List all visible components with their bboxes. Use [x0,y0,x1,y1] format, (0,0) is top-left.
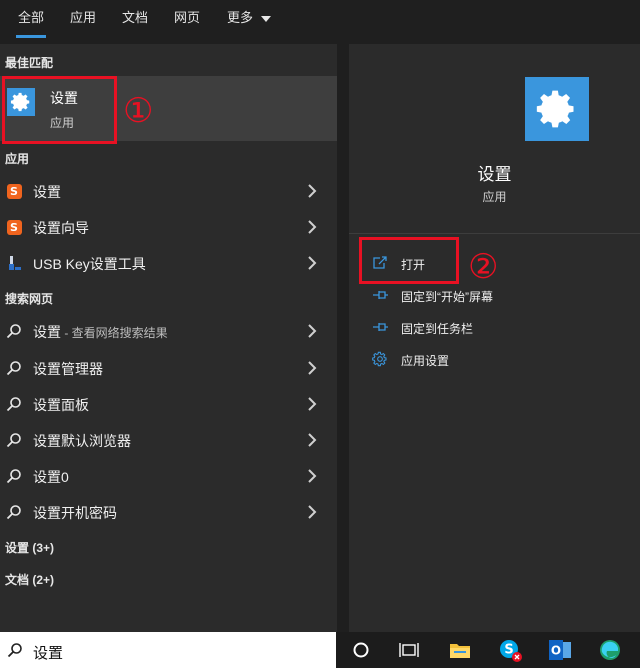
list-item[interactable]: S 设置向导 [0,209,337,245]
list-item[interactable]: 设置 - 查看网络搜索结果 [0,313,337,349]
caret-down-icon [260,15,271,22]
sogou-icon: S [6,183,22,199]
search-icon [6,324,21,339]
action-label: 固定到“开始”屏幕 [401,290,493,304]
search-icon [6,469,21,484]
annotation-number-2: ② [468,248,499,286]
skype-icon[interactable]: S [490,632,530,668]
cortana-icon[interactable] [341,632,381,668]
tab-all[interactable]: 全部 [15,0,47,44]
panel-gap [337,44,349,632]
detail-title: 设置 [477,165,512,184]
pin-icon [373,291,388,299]
list-item-label: 设置面板 [33,397,89,413]
detail-subtitle: 应用 [482,190,507,204]
list-item-label: 设置管理器 [33,361,103,377]
search-icon [7,643,22,658]
svg-text:S: S [504,643,513,658]
annotation-box-1 [2,76,117,144]
list-item-sublabel: - 查看网络搜索结果 [61,326,168,340]
search-icon [6,397,21,412]
chevron-right-icon [308,256,317,270]
annotation-box-2 [359,237,459,284]
chevron-right-icon [308,469,317,483]
action-label: 应用设置 [401,354,450,368]
list-item-label: 设置开机密码 [33,505,117,521]
search-icon [6,361,21,376]
chevron-right-icon [308,220,317,234]
pin-to-taskbar-action[interactable]: 固定到任务栏 [349,312,640,342]
usb-key-icon [9,256,21,270]
action-label: 固定到任务栏 [401,322,474,336]
annotation-number-1: ① [123,92,154,130]
svg-text:O: O [551,644,561,658]
tab-apps[interactable]: 应用 [70,0,96,44]
list-item-label: 设置默认浏览器 [33,433,131,449]
list-item[interactable]: 设置默认浏览器 [0,422,337,458]
chevron-right-icon [308,433,317,447]
divider [349,233,640,234]
list-item-label: 设置0 [33,469,69,485]
chevron-right-icon [308,324,317,338]
filter-bar: 全部 应用 文档 网页 更多 [0,0,640,44]
list-item[interactable]: 设置0 [0,458,337,494]
chevron-right-icon [308,505,317,519]
list-item-label: USB Key设置工具 [33,256,146,272]
task-view-icon[interactable] [389,632,429,668]
list-item[interactable]: USB Key设置工具 [0,245,337,281]
search-icon [6,433,21,448]
tab-web[interactable]: 网页 [174,0,200,44]
web-search-heading: 搜索网页 [5,292,54,306]
list-item-label: 设置 - 查看网络搜索结果 [33,324,168,340]
list-item-label: 设置向导 [33,220,89,236]
best-match-heading: 最佳匹配 [5,56,54,70]
section-documents-more[interactable]: 文档 (2+) [5,571,54,588]
list-item[interactable]: 设置开机密码 [0,494,337,530]
file-explorer-icon[interactable] [440,632,480,668]
chevron-right-icon [308,361,317,375]
list-item-label: 设置 [33,184,61,200]
gear-icon [372,351,387,367]
tab-more[interactable]: 更多 [227,0,271,44]
chevron-right-icon [308,397,317,411]
edge-icon[interactable] [590,632,630,668]
search-input[interactable]: 设置 [33,642,63,663]
settings-gear-icon [525,77,589,141]
search-box[interactable]: 设置 [0,632,336,668]
outlook-icon[interactable]: O [540,632,580,668]
sogou-icon: S [6,219,22,235]
apps-heading: 应用 [5,152,30,166]
list-item[interactable]: 设置管理器 [0,350,337,386]
search-icon [6,505,21,520]
section-settings-more[interactable]: 设置 (3+) [5,539,54,556]
list-item[interactable]: S 设置 [0,173,337,209]
pin-icon [373,323,388,331]
chevron-right-icon [308,184,317,198]
tab-more-label: 更多 [227,10,254,25]
list-item[interactable]: 设置面板 [0,386,337,422]
app-settings-action[interactable]: 应用设置 [349,344,640,374]
tab-documents[interactable]: 文档 [122,0,148,44]
